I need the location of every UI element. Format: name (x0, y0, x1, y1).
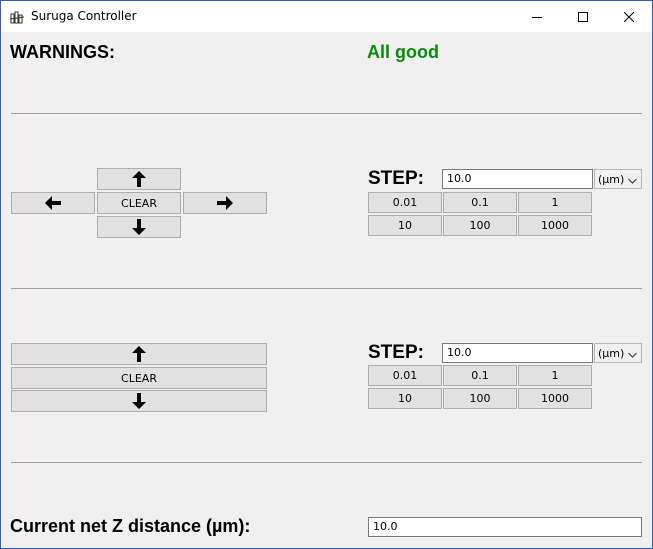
arrow-up-icon (132, 346, 146, 362)
minimize-icon (532, 12, 542, 22)
chevron-down-icon (628, 175, 637, 188)
z-step-preset-button[interactable]: 1000 (518, 388, 592, 409)
xy-step-preset-button[interactable]: 1000 (518, 215, 592, 236)
window-title: Suruga Controller (31, 9, 137, 23)
move-down-button[interactable] (97, 216, 181, 238)
move-up-button[interactable] (97, 168, 181, 190)
xy-step-preset-button[interactable]: 10 (368, 215, 442, 236)
z-step-preset-button[interactable]: 0.1 (443, 365, 517, 386)
xy-step-unit-value: (µm) (598, 172, 625, 186)
xy-step-preset-button[interactable]: 0.01 (368, 192, 442, 213)
z-distance-field[interactable]: 10.0 (368, 517, 642, 537)
z-step-preset-button[interactable]: 10 (368, 388, 442, 409)
chevron-down-icon (628, 349, 637, 362)
close-button[interactable] (606, 1, 652, 32)
z-step-preset-button[interactable]: 0.01 (368, 365, 442, 386)
z-step-preset-button[interactable]: 100 (443, 388, 517, 409)
minimize-button[interactable] (514, 1, 560, 32)
xy-step-preset-button[interactable]: 1 (518, 192, 592, 213)
z-step-label: STEP: (368, 342, 424, 363)
z-step-unit-value: (µm) (598, 346, 625, 360)
separator (11, 288, 642, 289)
z-up-button[interactable] (11, 343, 267, 365)
xy-step-input[interactable]: 10.0 (442, 169, 593, 189)
arrow-down-icon (132, 219, 146, 235)
arrow-up-icon (132, 171, 146, 187)
move-left-button[interactable] (11, 192, 95, 214)
z-step-preset-button[interactable]: 1 (518, 365, 592, 386)
warnings-label: WARNINGS: (10, 42, 115, 62)
maximize-icon (578, 11, 588, 22)
z-clear-button[interactable]: CLEAR (11, 367, 267, 389)
separator (11, 113, 642, 114)
warnings-status: All good (367, 42, 439, 62)
close-icon (624, 11, 634, 22)
xy-step-preset-button[interactable]: 0.1 (443, 192, 517, 213)
xy-step-label: STEP: (368, 168, 424, 189)
arrow-left-icon (45, 196, 61, 210)
z-step-unit-select[interactable]: (µm) (594, 343, 642, 363)
xy-clear-button[interactable]: CLEAR (97, 192, 181, 214)
move-right-button[interactable] (183, 192, 267, 214)
xy-step-unit-select[interactable]: (µm) (594, 169, 642, 189)
app-icon (9, 10, 25, 24)
maximize-button[interactable] (560, 1, 606, 32)
arrow-right-icon (217, 196, 233, 210)
app-window: Suruga Controller WARNINGS: All good CLE… (0, 0, 653, 549)
xy-step-preset-button[interactable]: 100 (443, 215, 517, 236)
z-distance-label: Current net Z distance (µm): (10, 516, 251, 536)
z-down-button[interactable] (11, 390, 267, 412)
separator (11, 462, 642, 463)
z-step-input[interactable]: 10.0 (442, 343, 593, 363)
arrow-down-icon (132, 393, 146, 409)
title-bar: Suruga Controller (1, 1, 652, 32)
